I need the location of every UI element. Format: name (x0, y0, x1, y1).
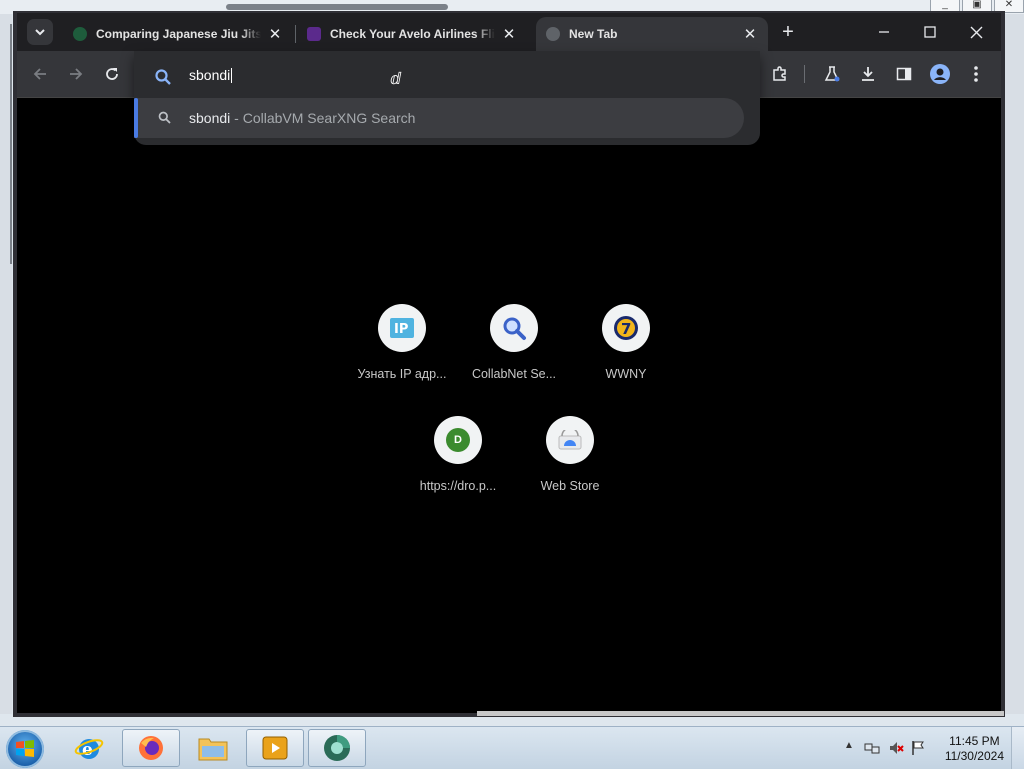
firefox-icon (139, 736, 163, 760)
background-window-left (0, 14, 12, 714)
file-explorer-icon (198, 738, 228, 761)
taskbar-chrome-dev[interactable] (308, 729, 366, 767)
clock-date: 11/30/2024 (944, 749, 1004, 763)
svg-text:IP: IP (394, 322, 408, 337)
windows-logo-icon (16, 740, 34, 757)
shortcut-ip[interactable]: IP Узнать IP адр... (347, 304, 457, 381)
media-player-icon (262, 736, 288, 760)
suggestion-text: sbondi - CollabVM SearXNG Search (189, 110, 415, 126)
omnibox-text[interactable]: sbondi (189, 67, 232, 83)
shortcut-label: Узнать IP адр... (357, 367, 447, 381)
background-window-scrollbar (226, 4, 448, 10)
internet-explorer-icon: e (74, 739, 104, 760)
letter-d-icon: D (434, 416, 482, 464)
show-desktop-button[interactable] (1011, 727, 1024, 769)
omnibox-popup: sbondi ⅆ sbondi - CollabVM SearXNG Searc… (134, 51, 760, 145)
shortcut-label: Web Store (540, 479, 600, 493)
webstore-icon (546, 416, 594, 464)
suggestion-description: CollabVM SearXNG Search (242, 110, 416, 126)
start-button[interactable] (6, 730, 44, 768)
ip-icon: IP (378, 304, 426, 352)
suggestion-query: sbondi (189, 110, 231, 126)
background-scrollbar[interactable] (477, 711, 1004, 716)
magnifier-icon (490, 304, 538, 352)
shortcut-collabnet[interactable]: CollabNet Se... (459, 304, 569, 381)
taskbar-firefox[interactable] (122, 729, 180, 767)
taskbar: e ▲ 11:45 PM 11/30/2024 (0, 726, 1024, 769)
wwny-7-icon: 7 (602, 304, 650, 352)
shortcut-wwny[interactable]: 7 WWNY (571, 304, 681, 381)
clock[interactable]: 11:45 PM 11/30/2024 (945, 734, 1004, 764)
background-window-right (1004, 14, 1024, 714)
taskbar-media-player[interactable] (246, 729, 304, 767)
system-tray: ▲ 11:45 PM 11/30/2024 (824, 727, 1024, 769)
network-icon[interactable] (864, 740, 880, 756)
taskbar-file-explorer[interactable] (184, 729, 242, 767)
omnibox-input[interactable]: sbondi ⅆ (134, 59, 760, 95)
shortcut-label: https://dro.p... (419, 479, 497, 493)
search-icon (155, 69, 171, 85)
shortcut-webstore[interactable]: Web Store (515, 416, 625, 493)
volume-muted-icon[interactable] (888, 740, 904, 756)
taskbar-internet-explorer[interactable]: e (60, 729, 118, 767)
shortcut-label: WWNY (605, 367, 647, 381)
suggestion-separator: - (230, 110, 243, 126)
shortcut-label: CollabNet Se... (471, 367, 557, 381)
show-hidden-icons-icon[interactable]: ▲ (844, 740, 860, 756)
letter-d-badge: D (446, 428, 470, 452)
omnibox-suggestion[interactable]: sbondi - CollabVM SearXNG Search (134, 98, 744, 138)
suggestion-selected-indicator (134, 98, 138, 138)
shortcut-dro[interactable]: D https://dro.p... (403, 416, 513, 493)
svg-text:7: 7 (621, 320, 631, 338)
search-icon (158, 111, 171, 124)
action-center-flag-icon[interactable] (910, 740, 926, 756)
clock-time: 11:45 PM (949, 734, 1000, 748)
text-cursor-icon: ⅆ (390, 71, 402, 88)
chrome-dev-icon (324, 735, 350, 761)
browser-window: Comparing Japanese Jiu Jitsu v ✕ Check Y… (13, 11, 1005, 717)
